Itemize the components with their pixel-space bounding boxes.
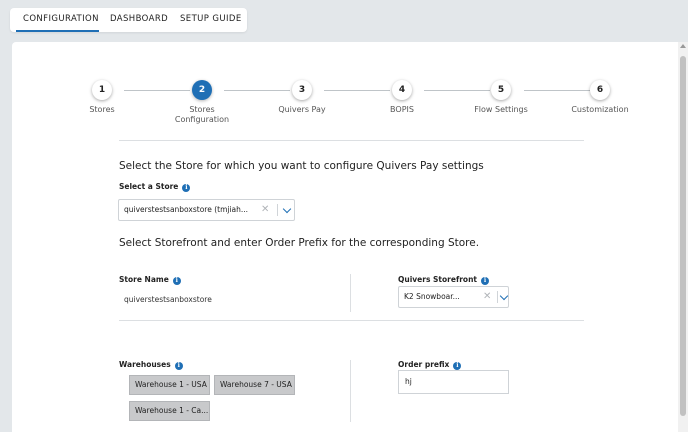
divider (119, 140, 584, 141)
order-prefix-input[interactable]: hj (398, 370, 509, 394)
tab-setup-guide[interactable]: SETUP GUIDE (180, 8, 242, 32)
info-icon[interactable]: i (481, 277, 489, 285)
info-icon[interactable]: i (453, 362, 462, 370)
select-store-label: Select a Store i (119, 182, 191, 192)
clear-icon[interactable]: ✕ (261, 200, 269, 220)
step-label: Stores Configuration (174, 105, 230, 124)
column-divider (350, 274, 351, 312)
quivers-storefront-label: Quivers Storefront i (398, 275, 489, 285)
warehouse-chip[interactable]: Warehouse 7 - USA (214, 375, 295, 395)
store-select-value: quiverstestsanboxstore (tmjiah... (124, 205, 249, 214)
select-separator (497, 291, 498, 303)
step-number: 3 (292, 80, 312, 100)
divider (119, 320, 584, 321)
info-icon[interactable]: i (182, 184, 191, 192)
store-section-heading: Select the Store for which you want to c… (119, 160, 484, 172)
step-number: 5 (491, 80, 511, 100)
warehouse-chip[interactable]: Warehouse 1 - Ca... (129, 401, 210, 421)
store-select[interactable]: quiverstestsanboxstore (tmjiah... ✕ (118, 199, 295, 221)
scroll-up-arrow-icon[interactable] (680, 44, 686, 48)
chevron-down-icon[interactable] (282, 204, 292, 214)
info-icon[interactable]: i (174, 362, 183, 370)
order-prefix-label: Order prefix i (398, 360, 462, 370)
step-customization[interactable]: 6 Customization (540, 80, 660, 115)
storefront-select[interactable]: K2 Snowboar... ✕ (398, 286, 509, 308)
info-icon[interactable]: i (172, 277, 181, 285)
scrollbar[interactable] (678, 42, 688, 432)
scrollbar-thumb[interactable] (680, 56, 686, 416)
tab-configuration[interactable]: CONFIGURATION (16, 8, 99, 32)
store-name-label: Store Name i (119, 275, 181, 285)
step-number: 4 (392, 80, 412, 100)
tab-dashboard[interactable]: DASHBOARD (110, 8, 168, 32)
step-number: 2 (192, 80, 212, 100)
warehouse-chip[interactable]: Warehouse 1 - USA (129, 375, 210, 395)
warehouses-label: Warehouses i (119, 360, 183, 370)
step-number: 1 (92, 80, 112, 100)
chevron-down-icon[interactable] (499, 291, 509, 301)
select-separator (277, 204, 278, 216)
storefront-section-heading: Select Storefront and enter Order Prefix… (119, 237, 480, 249)
step-label: Customization (571, 105, 629, 114)
main-card: 1 Stores 2 Stores Configuration 3 Quiver… (12, 42, 688, 432)
column-divider (350, 360, 351, 422)
step-number: 6 (590, 80, 610, 100)
clear-icon[interactable]: ✕ (483, 287, 491, 307)
top-nav: CONFIGURATION DASHBOARD SETUP GUIDE (10, 8, 247, 32)
store-name-value: quiverstestsanboxstore (124, 295, 212, 304)
storefront-select-value: K2 Snowboar... (404, 292, 460, 301)
